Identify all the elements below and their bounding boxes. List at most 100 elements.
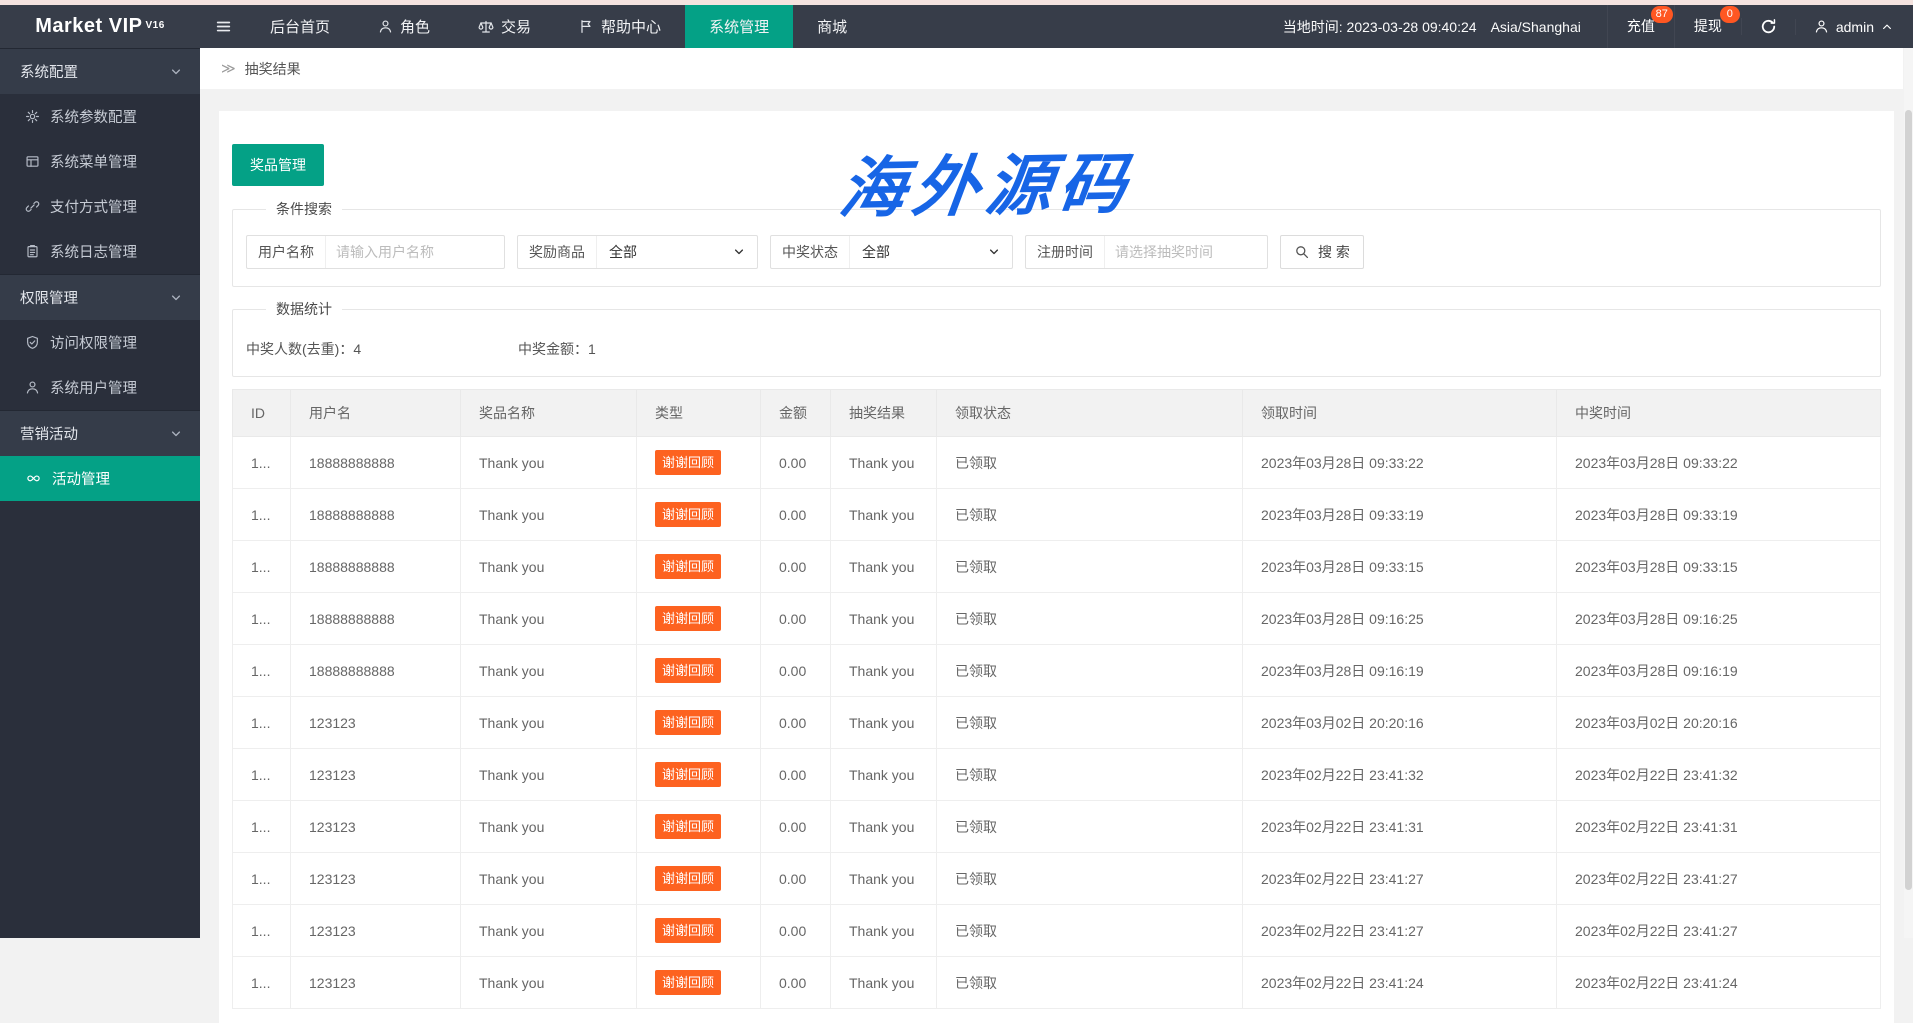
table-cell: 2023年02月22日 23:41:27 (1242, 852, 1557, 905)
sidebar-group-header[interactable]: 权限管理 (0, 274, 200, 320)
table-cell: 123123 (290, 696, 461, 749)
table-cell: Thank you (460, 800, 637, 853)
table-cell: Thank you (830, 852, 937, 905)
sidebar-item[interactable]: 支付方式管理 (0, 184, 200, 229)
scrollbar-thumb[interactable] (1905, 110, 1912, 890)
table-cell: 18888888888 (290, 488, 461, 541)
recharge-button[interactable]: 充值 87 (1606, 5, 1674, 48)
sidebar-group-header[interactable]: 系统配置 (0, 48, 200, 94)
nav-item[interactable]: 角色 (354, 5, 454, 48)
search-button[interactable]: 搜 索 (1280, 235, 1364, 269)
gear-icon (25, 109, 40, 124)
table-cell: Thank you (830, 800, 937, 853)
table-cell: 18888888888 (290, 436, 461, 489)
table-cell: 2023年03月28日 09:33:15 (1556, 540, 1881, 593)
table-cell: 0.00 (760, 956, 831, 1009)
hamburger-icon[interactable] (200, 5, 246, 48)
type-badge: 谢谢回顾 (655, 450, 722, 475)
draw-time-input[interactable] (1105, 236, 1267, 268)
table-cell: 0.00 (760, 800, 831, 853)
table-cell: 0.00 (760, 488, 831, 541)
product-select[interactable]: 全部 (597, 236, 757, 268)
table-header-cell: 抽奖结果 (830, 389, 937, 437)
table-cell: 18888888888 (290, 644, 461, 697)
sidebar-item[interactable]: 活动管理 (0, 456, 200, 501)
sidebar-group-header[interactable]: 营销活动 (0, 410, 200, 456)
withdraw-button[interactable]: 提现 0 (1673, 5, 1741, 48)
product-select-value: 全部 (609, 244, 637, 260)
stats-row: 中奖人数(去重)：4 中奖金额：1 (246, 339, 1867, 359)
table-cell: Thank you (830, 904, 937, 957)
table-cell: Thank you (460, 540, 637, 593)
type-badge: 谢谢回顾 (655, 606, 722, 631)
table-cell: 1... (232, 800, 291, 853)
table-cell: 2023年03月28日 09:33:19 (1242, 488, 1557, 541)
sidebar-item[interactable]: 系统参数配置 (0, 94, 200, 139)
type-badge: 谢谢回顾 (655, 554, 722, 579)
sidebar-item[interactable]: 访问权限管理 (0, 320, 200, 365)
table-cell: Thank you (830, 644, 937, 697)
table-cell: 2023年02月22日 23:41:31 (1242, 800, 1557, 853)
table-header-cell: 中奖时间 (1556, 389, 1881, 437)
table-cell: Thank you (460, 852, 637, 905)
table-cell: 谢谢回顾 (636, 800, 761, 853)
nav-item[interactable]: 后台首页 (246, 5, 354, 48)
nav-item[interactable]: 帮助中心 (555, 5, 685, 48)
admin-username: admin (1835, 18, 1874, 35)
table-header-cell: 领取时间 (1242, 389, 1557, 437)
nav-item[interactable]: 系统管理 (685, 5, 794, 48)
navbar-right: 当地时间: 2023-03-28 09:40:24 Asia/Shanghai … (1283, 5, 1913, 48)
link-icon (25, 199, 40, 214)
table-cell: 2023年03月28日 09:33:22 (1242, 436, 1557, 489)
table-cell: 已领取 (936, 852, 1243, 905)
table-cell: 2023年03月28日 09:33:15 (1242, 540, 1557, 593)
table-row: 1... 123123 Thank you 谢谢回顾 0.00 Thank you 已领取 2… (232, 904, 1881, 957)
table-cell: 0.00 (760, 748, 831, 801)
table-row: 1... 123123 Thank you 谢谢回顾 0.00 Thank you 已领取 2… (232, 696, 1881, 749)
nav-item[interactable]: 商城 (793, 5, 871, 48)
table-cell: 已领取 (936, 644, 1243, 697)
table-cell: 123123 (290, 852, 461, 905)
table-cell: Thank you (830, 748, 937, 801)
nav-item-label: 角色 (400, 19, 431, 36)
table-cell: 谢谢回顾 (636, 436, 761, 489)
table-cell: 123123 (290, 748, 461, 801)
nav-item-label: 交易 (501, 19, 532, 36)
type-badge: 谢谢回顾 (655, 814, 722, 839)
type-badge: 谢谢回顾 (655, 658, 722, 683)
sidebar-item[interactable]: 系统菜单管理 (0, 139, 200, 184)
table-cell: 谢谢回顾 (636, 956, 761, 1009)
table-cell: 谢谢回顾 (636, 644, 761, 697)
local-time: 当地时间: 2023-03-28 09:40:24 (1282, 18, 1477, 35)
table-header-cell: 领取状态 (936, 389, 1243, 437)
username-field-group: 用户名称 (246, 235, 505, 269)
type-badge: 谢谢回顾 (655, 918, 722, 943)
nav-item[interactable]: 交易 (454, 5, 555, 48)
table-cell: 18888888888 (290, 592, 461, 645)
table-cell: 0.00 (760, 852, 831, 905)
chevron-down-icon (170, 292, 182, 304)
type-badge: 谢谢回顾 (655, 710, 722, 735)
table-cell: 谢谢回顾 (636, 488, 761, 541)
withdraw-label: 提现 (1693, 18, 1722, 34)
sidebar-item[interactable]: 系统用户管理 (0, 365, 200, 410)
table-header-row: ID 用户名 奖品名称 类型 金额 抽奖结果 领取状态 领取时间 中奖时间 (232, 389, 1881, 437)
chevron-down-icon (170, 66, 182, 78)
table-cell: 0.00 (760, 696, 831, 749)
username-input[interactable] (326, 236, 504, 268)
table-cell: Thank you (830, 956, 937, 1009)
withdraw-badge: 0 (1719, 6, 1740, 23)
nav-item-label: 后台首页 (270, 19, 331, 36)
table-header-cell: 金额 (760, 389, 831, 437)
table-cell: 2023年03月28日 09:16:25 (1242, 592, 1557, 645)
status-select[interactable]: 全部 (850, 236, 1012, 268)
sidebar-item[interactable]: 系统日志管理 (0, 229, 200, 274)
type-badge: 谢谢回顾 (655, 866, 722, 891)
prize-manage-button[interactable]: 奖品管理 (232, 144, 324, 186)
flag-icon (579, 19, 594, 34)
table-row: 1... 123123 Thank you 谢谢回顾 0.00 Thank you 已领取 2… (232, 956, 1881, 1009)
table-cell: 2023年03月28日 09:33:19 (1556, 488, 1881, 541)
refresh-icon[interactable] (1740, 18, 1795, 35)
admin-menu[interactable]: admin (1794, 18, 1913, 35)
vertical-scrollbar[interactable] (1904, 48, 1913, 938)
